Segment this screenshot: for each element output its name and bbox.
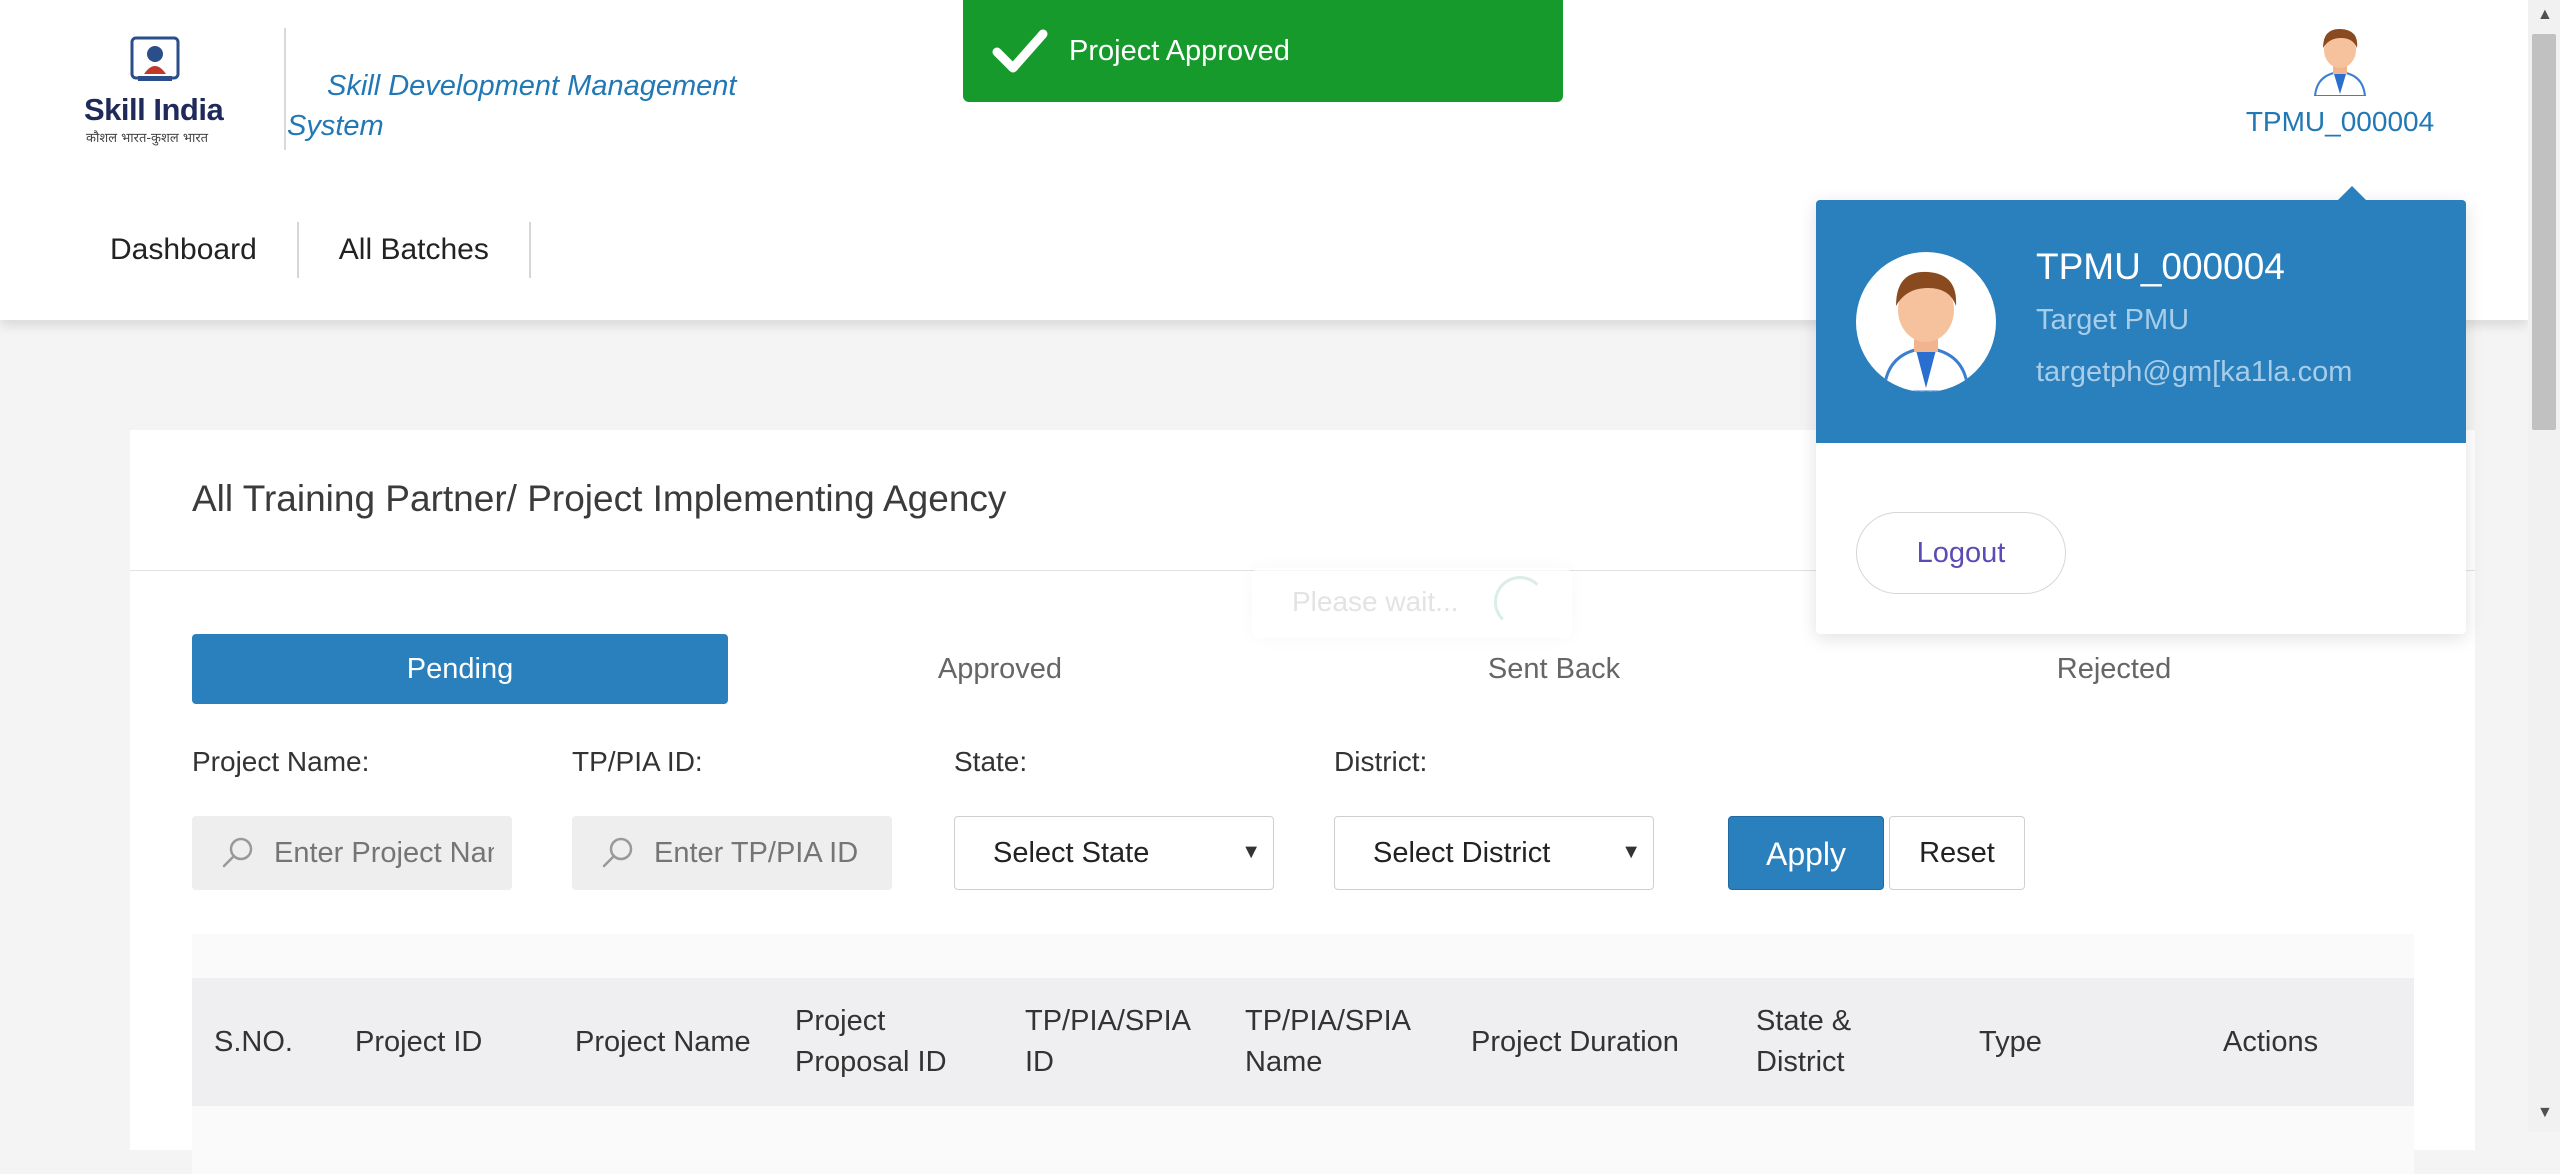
tp-pia-id-label: TP/PIA ID: — [572, 746, 703, 777]
avatar — [1856, 252, 1996, 392]
chevron-down-icon: ▼ — [1621, 841, 1641, 863]
projects-table: S.NO. Project ID Project Name Project Pr… — [192, 934, 2414, 1174]
column-header: Project ID — [355, 1025, 483, 1058]
user-menu-trigger[interactable]: TPMU_000004 — [2240, 24, 2440, 138]
profile-dropdown: TPMU_000004 Target PMU targetph@gm[ka1la… — [1816, 186, 2466, 634]
skill-india-emblem-icon — [130, 36, 180, 81]
state-select-value: Select State — [993, 837, 1150, 869]
success-toast: Project Approved — [963, 0, 1563, 102]
user-avatar-icon — [1882, 271, 1970, 392]
column-header: TP/PIA/SPIA Name — [1245, 1005, 1410, 1078]
profile-role: Target PMU — [2036, 304, 2190, 336]
toast-message: Project Approved — [1069, 34, 1290, 67]
profile-header: TPMU_000004 Target PMU targetph@gm[ka1la… — [1816, 200, 2466, 443]
logo-divider — [284, 28, 286, 150]
column-header: Project Duration — [1471, 1025, 1679, 1058]
main-nav: Dashboard All Batches — [70, 220, 531, 280]
reset-button[interactable]: Reset — [1889, 816, 2025, 890]
tab-pending[interactable]: Pending — [192, 634, 728, 704]
loading-text: Please wait... — [1292, 586, 1459, 617]
search-icon — [602, 837, 633, 868]
column-header: Type — [1979, 1025, 2042, 1058]
tab-rejected[interactable]: Rejected — [1836, 634, 2392, 704]
state-label: State: — [954, 746, 1028, 777]
profile-email: targetph@gm[ka1la.com — [2036, 356, 2353, 388]
column-header: State & District — [1756, 1005, 1852, 1078]
user-chip-name: TPMU_000004 — [2245, 106, 2435, 137]
column-header: Project Name — [575, 1025, 751, 1058]
status-tabs: Pending Approved Sent Back Rejected — [192, 634, 2412, 704]
skill-india-logo[interactable]: Skill India कौशल भारत-कुशल भारत — [80, 36, 230, 146]
page-scrollbar[interactable]: ▲ ▼ — [2528, 0, 2560, 1132]
district-label: District: — [1334, 746, 1428, 777]
project-name-field[interactable] — [192, 816, 512, 890]
apply-button[interactable]: Apply — [1728, 816, 1884, 890]
page-title: All Training Partner/ Project Implementi… — [192, 478, 1007, 519]
project-name-label: Project Name: — [192, 746, 370, 777]
column-header: TP/PIA/SPIA ID — [1025, 1005, 1190, 1078]
profile-username: TPMU_000004 — [2036, 246, 2285, 287]
district-select-value: Select District — [1373, 837, 1551, 869]
logo-brand: Skill India — [84, 92, 224, 127]
tab-sent-back[interactable]: Sent Back — [1272, 634, 1836, 704]
tp-pia-id-field[interactable] — [572, 816, 892, 890]
nav-item-dashboard[interactable]: Dashboard — [70, 222, 299, 278]
loading-overlay: Please wait... — [1252, 568, 1572, 638]
scrollbar-thumb[interactable] — [2532, 34, 2556, 430]
column-header: Actions — [2223, 1025, 2319, 1058]
logout-button[interactable]: Logout — [1856, 512, 2066, 594]
state-select[interactable]: Select State ▼ — [954, 816, 1274, 890]
nav-item-all-batches[interactable]: All Batches — [299, 222, 531, 278]
district-select[interactable]: Select District ▼ — [1334, 816, 1654, 890]
column-header: S.NO. — [214, 1025, 293, 1058]
project-name-input[interactable] — [272, 835, 496, 871]
search-icon — [222, 837, 253, 868]
scroll-down-icon[interactable]: ▼ — [2537, 1104, 2553, 1122]
table-header: S.NO. Project ID Project Name Project Pr… — [192, 978, 2414, 1106]
scroll-up-icon[interactable]: ▲ — [2537, 6, 2553, 24]
tp-pia-id-input[interactable] — [652, 835, 876, 871]
column-header: Project Proposal ID — [795, 1005, 947, 1078]
logo-tagline: कौशल भारत-कुशल भारत — [86, 131, 209, 146]
chevron-down-icon: ▼ — [1241, 841, 1261, 863]
user-avatar-icon — [2313, 28, 2367, 96]
spinner-icon — [1494, 576, 1546, 628]
check-icon — [992, 29, 1048, 73]
app-title: Skill Development Management System — [287, 70, 737, 142]
tab-approved[interactable]: Approved — [728, 634, 1272, 704]
